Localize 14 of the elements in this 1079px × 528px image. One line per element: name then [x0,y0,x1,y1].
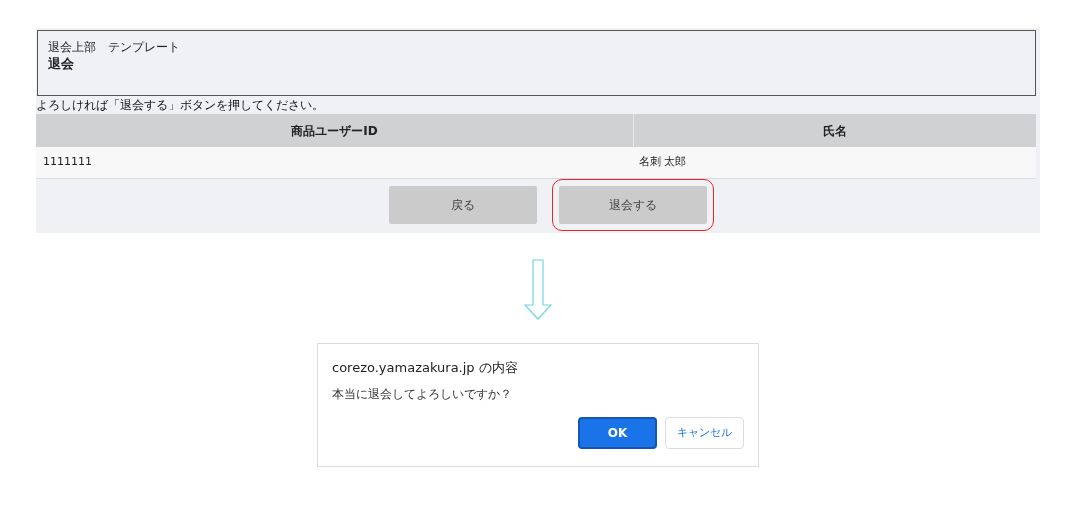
dialog-message: 本当に退会してよろしいですか？ [332,386,513,403]
instruction-text: よろしければ「退会する」ボタンを押してください。 [36,97,324,113]
ok-button[interactable]: OK [578,417,657,449]
header-title: 退会 [48,55,75,73]
header-subtitle: 退会上部 テンプレート [48,40,181,55]
column-header: 商品ユーザーID [291,122,378,140]
action-button[interactable]: 戻る [389,186,537,224]
column-header: 氏名 [823,122,847,140]
dialog-title: corezo.yamazakura.jp の内容 [332,359,519,377]
action-button[interactable]: 退会する [559,186,707,224]
cancel-button[interactable]: キャンセル [665,417,744,449]
table-cell: 1111111 [43,154,92,171]
table-cell: 名刺 太郎 [639,154,687,171]
down-arrow-icon [524,259,552,321]
